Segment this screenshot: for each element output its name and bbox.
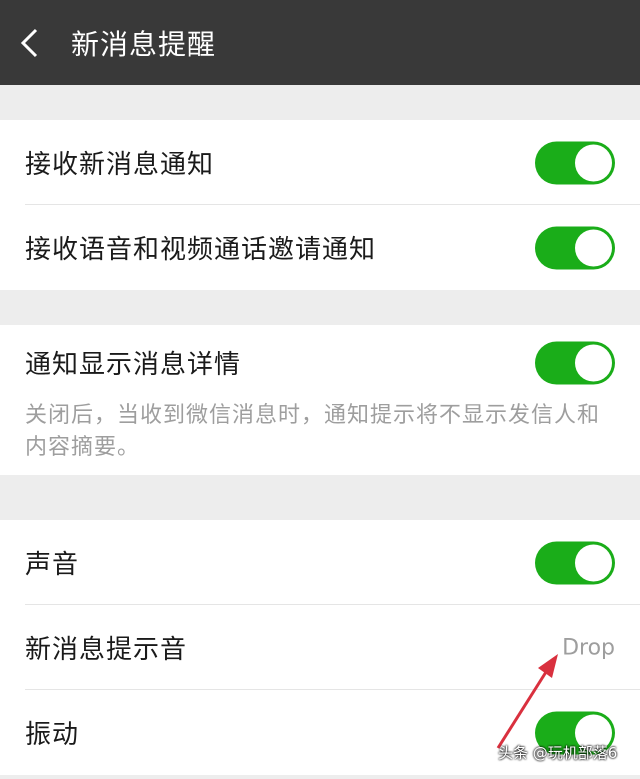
sound-toggle[interactable] xyxy=(535,541,615,584)
show-details-toggle[interactable] xyxy=(535,341,615,384)
setting-row-ringtone[interactable]: 新消息提示音 Drop xyxy=(0,605,640,690)
chevron-left-icon xyxy=(20,28,38,57)
call-notifications-toggle[interactable] xyxy=(535,226,615,269)
setting-row-receive-notifications: 接收新消息通知 xyxy=(0,120,640,205)
ringtone-value: Drop xyxy=(562,635,615,660)
setting-label: 振动 xyxy=(25,720,80,750)
toggle-knob xyxy=(575,229,612,266)
watermark: 头条 @玩机部落6 xyxy=(498,744,618,762)
toggle-knob xyxy=(575,544,612,581)
setting-row-call-notifications: 接收语音和视频通话邀请通知 xyxy=(0,205,640,290)
receive-notifications-toggle[interactable] xyxy=(535,141,615,184)
toggle-knob xyxy=(575,144,612,181)
toggle-knob xyxy=(575,344,612,381)
header-bar: 新消息提醒 xyxy=(0,0,640,85)
setting-label: 新消息提示音 xyxy=(25,635,188,665)
setting-label: 接收语音和视频通话邀请通知 xyxy=(25,235,377,265)
setting-label: 声音 xyxy=(25,550,80,580)
back-button[interactable] xyxy=(20,28,44,58)
setting-row-sound: 声音 xyxy=(0,520,640,605)
setting-label: 接收新消息通知 xyxy=(25,150,215,180)
show-details-description: 关闭后，当收到微信消息时，通知提示将不显示发信人和内容摘要。 xyxy=(25,403,601,460)
page-title: 新消息提醒 xyxy=(71,27,217,61)
setting-row-show-details: 通知显示消息详情 xyxy=(0,325,640,400)
sound-group: 声音 新消息提示音 Drop 振动 xyxy=(0,520,640,775)
setting-label: 通知显示消息详情 xyxy=(25,350,242,380)
notification-group: 接收新消息通知 接收语音和视频通话邀请通知 xyxy=(0,120,640,290)
detail-group: 通知显示消息详情 关闭后，当收到微信消息时，通知提示将不显示发信人和内容摘要。 xyxy=(0,325,640,475)
